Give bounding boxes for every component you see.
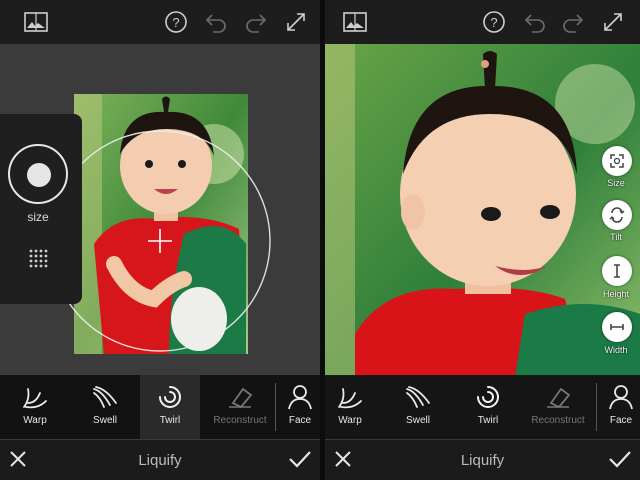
- swell-icon: [93, 386, 117, 408]
- face-size-button[interactable]: [602, 146, 632, 176]
- tool-twirl[interactable]: Twirl: [453, 375, 523, 439]
- brush-size-panel: size: [0, 114, 82, 304]
- tool-label: Warp: [23, 415, 47, 426]
- tool-label: Warp: [338, 415, 362, 426]
- face-icon: [609, 385, 633, 410]
- screen-title: Liquify: [138, 452, 182, 469]
- bottom-bar: Liquify: [325, 440, 640, 480]
- width-icon: [610, 324, 624, 330]
- brush-size-icon[interactable]: [8, 144, 68, 204]
- fullscreen-icon[interactable]: [601, 10, 625, 34]
- height-icon: [614, 264, 620, 278]
- tool-twirl[interactable]: Twirl: [140, 375, 200, 439]
- tool-warp[interactable]: Warp: [0, 375, 70, 439]
- face-height-label: Height: [602, 289, 629, 299]
- tool-swell[interactable]: Swell: [70, 375, 140, 439]
- tool-divider: [275, 383, 276, 431]
- face-size-label: Size: [607, 178, 625, 188]
- gallery-icon[interactable]: [343, 10, 367, 34]
- liquify-tool-strip: Warp Swell Twirl Reconstruct Face: [0, 375, 320, 439]
- eraser-icon: [547, 387, 571, 409]
- tool-label: Twirl: [477, 415, 499, 426]
- bottom-bar: Liquify: [0, 440, 320, 480]
- face-tilt-label: Tilt: [610, 232, 622, 242]
- warp-icon: [23, 388, 47, 409]
- apply-checkmark-icon[interactable]: [608, 449, 632, 474]
- top-toolbar: ?: [325, 0, 640, 44]
- face-icon: [288, 385, 312, 410]
- size-label: size: [27, 210, 49, 224]
- face-width-button[interactable]: [602, 312, 632, 342]
- twirl-icon: [159, 386, 181, 408]
- warp-icon: [338, 388, 362, 409]
- face-tilt-button[interactable]: [602, 200, 632, 230]
- tool-reconstruct[interactable]: Reconstruct: [205, 375, 275, 439]
- tool-swell[interactable]: Swell: [383, 375, 453, 439]
- brush-hardness-icon[interactable]: [28, 248, 50, 275]
- tool-label: Twirl: [159, 415, 181, 426]
- tool-face[interactable]: Face: [601, 375, 640, 439]
- tool-label: Face: [288, 415, 312, 426]
- undo-icon[interactable]: [523, 10, 547, 34]
- tool-label: Reconstruct: [213, 415, 267, 426]
- face-width-label: Width: [604, 345, 628, 355]
- left-screen: ? size Warp Swell Twirl Reconstruct Face…: [0, 0, 320, 480]
- right-screen: Size Tilt Height Width ? Warp Swell Twir…: [325, 0, 640, 480]
- tool-label: Swell: [406, 415, 430, 426]
- tool-label: Face: [609, 415, 633, 426]
- tool-warp[interactable]: Warp: [325, 375, 385, 439]
- svg-text:?: ?: [490, 15, 497, 30]
- tool-divider: [596, 383, 597, 431]
- tool-label: Reconstruct: [531, 415, 585, 426]
- twirl-icon: [477, 386, 499, 408]
- expand-face-icon: [610, 154, 624, 168]
- photo-canvas[interactable]: [325, 44, 640, 376]
- tool-reconstruct[interactable]: Reconstruct: [523, 375, 593, 439]
- tool-face[interactable]: Face: [280, 375, 320, 439]
- swell-icon: [406, 386, 430, 408]
- redo-icon[interactable]: [561, 10, 585, 34]
- apply-checkmark-icon[interactable]: [288, 449, 312, 474]
- tool-label: Swell: [93, 415, 117, 426]
- screen-title: Liquify: [460, 452, 505, 469]
- liquify-tool-strip: Warp Swell Twirl Reconstruct Face: [325, 375, 640, 439]
- eraser-icon: [229, 387, 253, 409]
- rotate-icon: [609, 207, 625, 223]
- face-height-button[interactable]: [602, 256, 632, 286]
- help-icon[interactable]: ?: [482, 10, 506, 34]
